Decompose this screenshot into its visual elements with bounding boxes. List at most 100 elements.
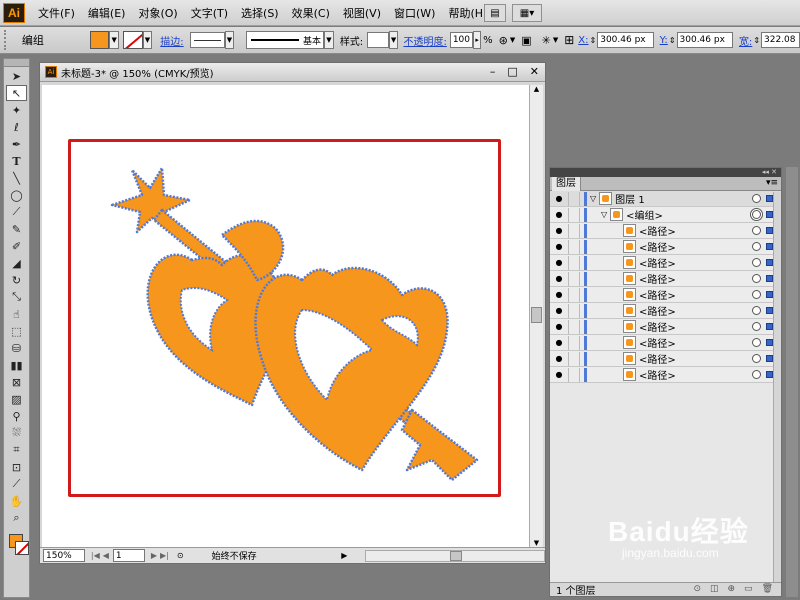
- target-icon[interactable]: [752, 306, 761, 315]
- visibility-eye-icon[interactable]: ●: [552, 210, 566, 219]
- visibility-eye-icon[interactable]: ●: [552, 242, 566, 251]
- lock-toggle[interactable]: [568, 207, 580, 222]
- hand-tool[interactable]: ✋: [6, 493, 27, 509]
- panel-menu-icon[interactable]: ▾≡: [766, 178, 778, 188]
- chevron-down-icon[interactable]: ▼: [510, 36, 515, 44]
- menu-edit[interactable]: 编辑(E): [88, 5, 126, 21]
- direct-selection-tool[interactable]: ↖: [6, 85, 27, 101]
- selection-square[interactable]: [766, 259, 773, 266]
- fill-dropdown[interactable]: ▼: [109, 31, 120, 49]
- arrange-documents-button[interactable]: ▦▾: [512, 4, 542, 22]
- eraser-tool[interactable]: ◢: [6, 255, 27, 271]
- lock-toggle[interactable]: [568, 191, 580, 206]
- live-paint-tool[interactable]: ⛆: [6, 425, 27, 441]
- group-row[interactable]: ● ▽ <编组>: [550, 207, 781, 223]
- last-artboard-icon[interactable]: ▶|: [160, 551, 169, 560]
- scroll-up-icon[interactable]: ▲: [530, 85, 543, 93]
- target-icon[interactable]: [752, 290, 761, 299]
- rotate-tool[interactable]: ↻: [6, 272, 27, 288]
- y-position-field[interactable]: 300.46 px: [676, 32, 733, 48]
- column-graph-tool[interactable]: ▮▮: [6, 357, 27, 373]
- lock-toggle[interactable]: [568, 335, 580, 350]
- visibility-eye-icon[interactable]: ●: [552, 306, 566, 315]
- menu-help[interactable]: 帮助(H): [448, 5, 487, 21]
- selection-tool[interactable]: ➤: [6, 68, 27, 84]
- recolor-artwork-icon[interactable]: ⊛: [499, 34, 508, 47]
- tools-panel-header[interactable]: [4, 59, 29, 67]
- scale-tool[interactable]: ⤡: [6, 289, 27, 305]
- path-row[interactable]: ● <路径>: [550, 223, 781, 239]
- collapse-icon[interactable]: ◂◂ ✕: [762, 168, 777, 177]
- target-icon[interactable]: [752, 210, 761, 219]
- lasso-tool[interactable]: ℓ: [6, 119, 27, 135]
- panel-collapse-bar[interactable]: ◂◂ ✕: [550, 168, 781, 177]
- free-transform-tool[interactable]: ⬚: [6, 323, 27, 339]
- selection-square[interactable]: [766, 307, 773, 314]
- target-icon[interactable]: [752, 370, 761, 379]
- zoom-level-field[interactable]: 150%: [43, 549, 85, 562]
- selection-square[interactable]: [766, 339, 773, 346]
- menu-type[interactable]: 文字(T): [191, 5, 228, 21]
- menu-object[interactable]: 对象(O): [138, 5, 177, 21]
- mesh-tool[interactable]: ⊠: [6, 374, 27, 390]
- lock-toggle[interactable]: [568, 255, 580, 270]
- status-dropdown-icon[interactable]: ▶: [341, 551, 347, 560]
- visibility-eye-icon[interactable]: ●: [552, 290, 566, 299]
- visibility-eye-icon[interactable]: ●: [552, 194, 566, 203]
- path-row[interactable]: ● <路径>: [550, 303, 781, 319]
- visibility-eye-icon[interactable]: ●: [552, 226, 566, 235]
- opacity-dropdown[interactable]: ▸: [473, 31, 482, 49]
- selection-square[interactable]: [766, 291, 773, 298]
- artboard-number-field[interactable]: 1: [112, 549, 145, 562]
- y-stepper-icon[interactable]: ⇕: [669, 36, 676, 45]
- reference-point-icon[interactable]: ⊞: [564, 33, 574, 47]
- menu-effect[interactable]: 效果(C): [292, 5, 330, 21]
- previous-artboard-icon[interactable]: ◀: [103, 551, 109, 560]
- new-sublayer-icon[interactable]: ⊕: [728, 584, 736, 594]
- fill-color-swatch[interactable]: [89, 31, 110, 49]
- pencil-tool[interactable]: ✎: [6, 221, 27, 237]
- selection-square[interactable]: [766, 371, 773, 378]
- vertical-scroll-thumb[interactable]: [531, 307, 542, 323]
- isolate-group-icon[interactable]: ✳: [542, 34, 551, 47]
- target-icon[interactable]: [752, 274, 761, 283]
- lock-toggle[interactable]: [568, 351, 580, 366]
- gradient-tool[interactable]: ▨: [6, 391, 27, 407]
- selection-square[interactable]: [766, 355, 773, 362]
- stroke-weight-field[interactable]: [189, 32, 225, 48]
- ellipse-tool[interactable]: ◯: [6, 187, 27, 203]
- zoom-tool[interactable]: ⌕: [6, 510, 27, 526]
- make-clipping-mask-icon[interactable]: ◫: [710, 584, 719, 594]
- chevron-down-icon[interactable]: ▼: [553, 36, 558, 44]
- document-title-bar[interactable]: Ai 未标题-3* @ 150% (CMYK/预览) – □ ✕: [40, 63, 545, 82]
- selection-square[interactable]: [766, 227, 773, 234]
- selection-square[interactable]: [766, 243, 773, 250]
- x-position-field[interactable]: 300.46 px: [597, 32, 654, 48]
- type-tool[interactable]: T: [6, 153, 27, 169]
- opacity-panel-link[interactable]: 不透明度:: [403, 33, 446, 48]
- selection-square[interactable]: [766, 211, 773, 218]
- live-paint-selection-tool[interactable]: ⌗: [6, 442, 27, 458]
- stroke-dropdown[interactable]: ▼: [142, 31, 153, 49]
- x-stepper-icon[interactable]: ⇕: [590, 36, 597, 45]
- symbol-sprayer-tool[interactable]: ⛁: [6, 340, 27, 356]
- visibility-eye-icon[interactable]: ●: [552, 322, 566, 331]
- tab-layers[interactable]: 图层: [552, 177, 581, 191]
- save-status-text[interactable]: 始终不保存: [212, 549, 342, 562]
- next-artboard-icon[interactable]: ▶: [151, 551, 157, 560]
- target-icon[interactable]: [752, 226, 761, 235]
- path-row[interactable]: ● <路径>: [550, 287, 781, 303]
- target-icon[interactable]: [752, 354, 761, 363]
- opacity-field[interactable]: 100: [449, 32, 474, 48]
- lock-toggle[interactable]: [568, 287, 580, 302]
- target-icon[interactable]: [752, 258, 761, 267]
- width-field[interactable]: 322.08 p: [761, 32, 800, 48]
- selection-square[interactable]: [766, 195, 773, 202]
- maximize-icon[interactable]: □: [507, 65, 517, 78]
- crop-tool[interactable]: ⊡: [6, 459, 27, 475]
- lock-toggle[interactable]: [568, 303, 580, 318]
- target-icon[interactable]: [752, 338, 761, 347]
- stroke-weight-dropdown[interactable]: ▼: [224, 31, 235, 49]
- heart-arrow-artwork[interactable]: [102, 160, 502, 490]
- graphic-style-dropdown[interactable]: ▼: [388, 31, 399, 49]
